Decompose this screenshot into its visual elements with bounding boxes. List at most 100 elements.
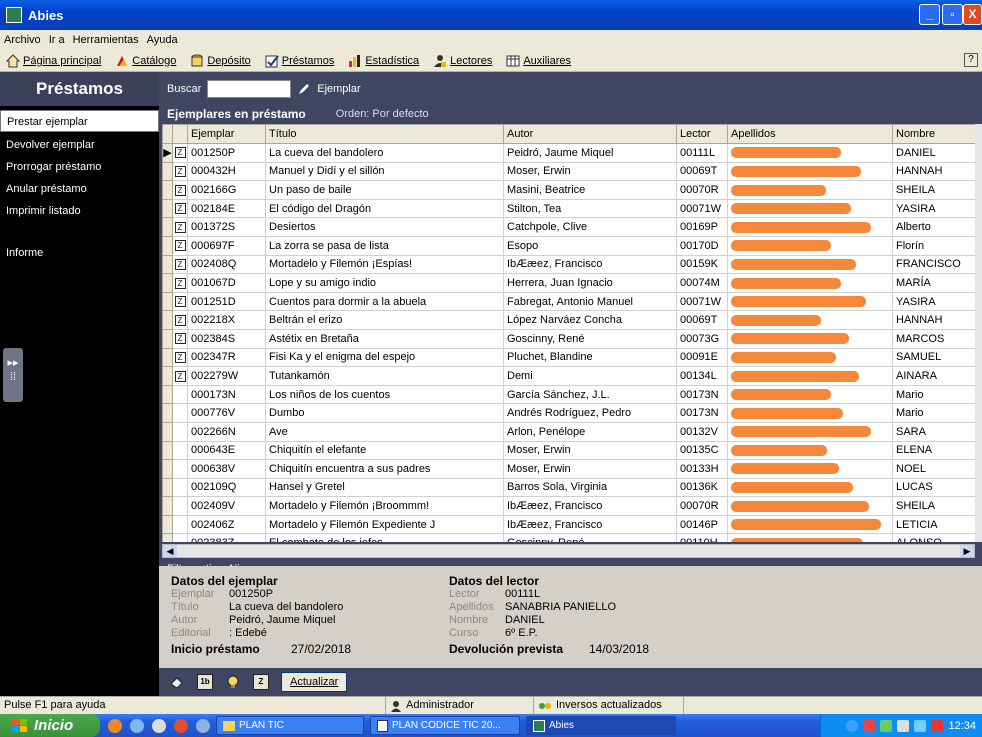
toolbar-deposit[interactable]: Depósito (190, 54, 251, 68)
row-indicator[interactable] (162, 496, 173, 516)
row-mark[interactable]: Z (172, 291, 188, 312)
menu-herramientas[interactable]: Herramientas (73, 34, 139, 46)
row-indicator[interactable] (162, 403, 173, 423)
table-row[interactable]: 000776V Dumbo Andrés Rodríguez, Pedro 00173… (162, 403, 975, 423)
table-row[interactable]: 000638V Chiquitín encuentra a sus padres M… (162, 459, 975, 479)
scroll-right-icon[interactable]: ▶ (960, 545, 974, 557)
refresh-button[interactable]: Actualizar (281, 672, 348, 692)
sidebar-item-anular[interactable]: Anular préstamo (0, 178, 159, 200)
checkbox-icon[interactable]: Z (174, 240, 186, 252)
row-mark[interactable] (172, 496, 188, 516)
table-row[interactable]: Z 002218X Beltrán el erizo López Narváez Co… (162, 310, 975, 330)
row-indicator[interactable] (162, 533, 173, 542)
row-indicator[interactable] (162, 328, 173, 349)
table-row[interactable]: 002109Q Hansel y Gretel Barros Sola, Virgi… (162, 477, 975, 498)
quicklaunch-app-icon[interactable] (196, 718, 210, 733)
row-indicator[interactable] (162, 217, 173, 237)
grid-horizontal-scrollbar[interactable]: ◀ ▶ (162, 544, 975, 558)
row-indicator[interactable] (162, 273, 173, 293)
sidebar-item-informe[interactable]: Informe (0, 242, 159, 264)
row-indicator[interactable] (162, 477, 173, 498)
toolbar-statistics[interactable]: Estadística (348, 54, 419, 68)
maximize-button[interactable]: ▫ (942, 4, 963, 25)
start-button[interactable]: Inicio (0, 714, 100, 737)
row-mark[interactable] (172, 459, 188, 479)
row-indicator[interactable] (162, 440, 173, 461)
zeta-icon[interactable]: Z (253, 674, 269, 690)
tray-monitor-icon[interactable] (914, 719, 927, 732)
table-row[interactable]: 002383ZEl combate de los jefesGoscinny, … (162, 533, 975, 542)
table-row[interactable]: 000643E Chiquitín el elefante Moser, Erwin… (162, 440, 975, 461)
row-indicator[interactable] (162, 347, 173, 368)
menu-ayuda[interactable]: Ayuda (147, 34, 178, 46)
table-row[interactable]: 002406Z Mortadelo y Filemón Expediente JI… (162, 514, 975, 535)
table-row[interactable]: 002409V Mortadelo y Filemón ¡Broommm! IbÆæ… (162, 496, 975, 516)
checkbox-icon[interactable]: Z (174, 370, 186, 382)
row-mark[interactable] (172, 440, 188, 461)
task-abies[interactable]: Abies (526, 716, 676, 735)
row-mark[interactable]: Z (172, 273, 188, 293)
checkbox-icon[interactable]: Z (174, 221, 186, 233)
row-indicator[interactable] (162, 235, 173, 256)
checkbox-icon[interactable]: Z (174, 147, 186, 159)
search-input[interactable] (207, 80, 292, 98)
col-lector[interactable]: Lector (676, 124, 728, 144)
row-mark[interactable]: Z (172, 347, 188, 368)
sidebar-collapse-handle[interactable]: ▸▸ ⁞⁞ (3, 348, 23, 402)
col-autor[interactable]: Autor (503, 124, 677, 144)
table-row[interactable]: Z 001372S Desiertos Catchpole, Clive 00169P A… (162, 217, 975, 237)
checkbox-icon[interactable]: Z (174, 351, 186, 363)
sidebar-item-prestar[interactable]: Prestar ejemplar (0, 110, 159, 132)
row-mark[interactable] (172, 403, 188, 423)
pencil-icon[interactable] (297, 82, 311, 96)
table-row[interactable]: Z 000432H Manuel y Didí y el sillón Moser, … (162, 161, 975, 182)
col-titulo[interactable]: Título (265, 124, 504, 144)
menu-ir-a[interactable]: Ir a (49, 34, 65, 46)
tray-volume-icon[interactable] (897, 719, 910, 732)
row-mark[interactable]: Z (172, 198, 188, 219)
checkbox-icon[interactable]: Z (174, 203, 186, 215)
row-mark[interactable]: Z (172, 161, 188, 182)
table-row[interactable]: Z 002166G Un paso de baile Masini, Beatrice… (162, 180, 975, 200)
row-mark[interactable]: Z (172, 254, 188, 275)
quicklaunch-firefox-icon[interactable] (108, 718, 122, 733)
sidebar-item-devolver[interactable]: Devolver ejemplar (0, 134, 159, 156)
row-indicator[interactable] (162, 254, 173, 275)
col-ejemplar[interactable]: Ejemplar (187, 124, 266, 144)
row-mark[interactable] (172, 514, 188, 535)
row-indicator[interactable] (162, 161, 173, 182)
table-row[interactable]: Z 002384S Astétix en Bretaña Goscinny, René… (162, 328, 975, 349)
row-mark[interactable]: Z (172, 217, 188, 237)
tray-antivirus-icon[interactable] (863, 719, 876, 732)
table-row[interactable]: 000173N Los niños de los cuentos García Sá… (162, 384, 975, 405)
row-mark[interactable] (172, 384, 188, 405)
minimize-button[interactable]: _ (919, 4, 940, 25)
checkbox-icon[interactable]: Z (174, 184, 186, 196)
row-mark[interactable]: Z (172, 328, 188, 349)
table-row[interactable]: Z 002408Q Mortadelo y Filemón ¡Espías! IbÆæ… (162, 254, 975, 275)
row-mark[interactable] (172, 421, 188, 442)
table-row[interactable]: ▶ Z 001250P La cueva del bandolero Peidró, J… (162, 143, 975, 163)
row-mark[interactable]: Z (172, 143, 188, 163)
tray-back-icon[interactable] (846, 719, 859, 732)
table-row[interactable]: Z 001251D Cuentos para dormir a la abuela F… (162, 291, 975, 312)
row-indicator[interactable] (162, 180, 173, 200)
table-row[interactable]: 002266N Ave Arlon, Penélope 00132V SARA (162, 421, 975, 442)
hint-icon[interactable] (225, 674, 241, 690)
menu-archivo[interactable]: Archivo (4, 34, 41, 46)
grid-order[interactable]: Orden: Por defecto (336, 108, 429, 120)
tray-alert-icon[interactable] (931, 719, 944, 732)
row-mark[interactable] (172, 533, 188, 542)
first-book-icon[interactable]: 1b (197, 674, 213, 690)
toolbar-home[interactable]: Página principal (6, 53, 101, 68)
checkbox-icon[interactable]: Z (174, 296, 186, 308)
table-row[interactable]: Z 002184E El código del Dragón Stilton, Tea… (162, 198, 975, 219)
table-row[interactable]: Z 001067D Lope y su amigo indio Herrera, Ju… (162, 273, 975, 293)
row-indicator[interactable] (162, 366, 173, 386)
row-indicator[interactable] (162, 310, 173, 330)
toolbar-readers[interactable]: Lectores (433, 54, 492, 68)
sidebar-item-prorrogar[interactable]: Prorrogar préstamo (0, 156, 159, 178)
sidebar-item-imprimir[interactable]: Imprimir listado (0, 200, 159, 222)
row-mark[interactable]: Z (172, 235, 188, 256)
search-mode[interactable]: Ejemplar (317, 83, 360, 95)
